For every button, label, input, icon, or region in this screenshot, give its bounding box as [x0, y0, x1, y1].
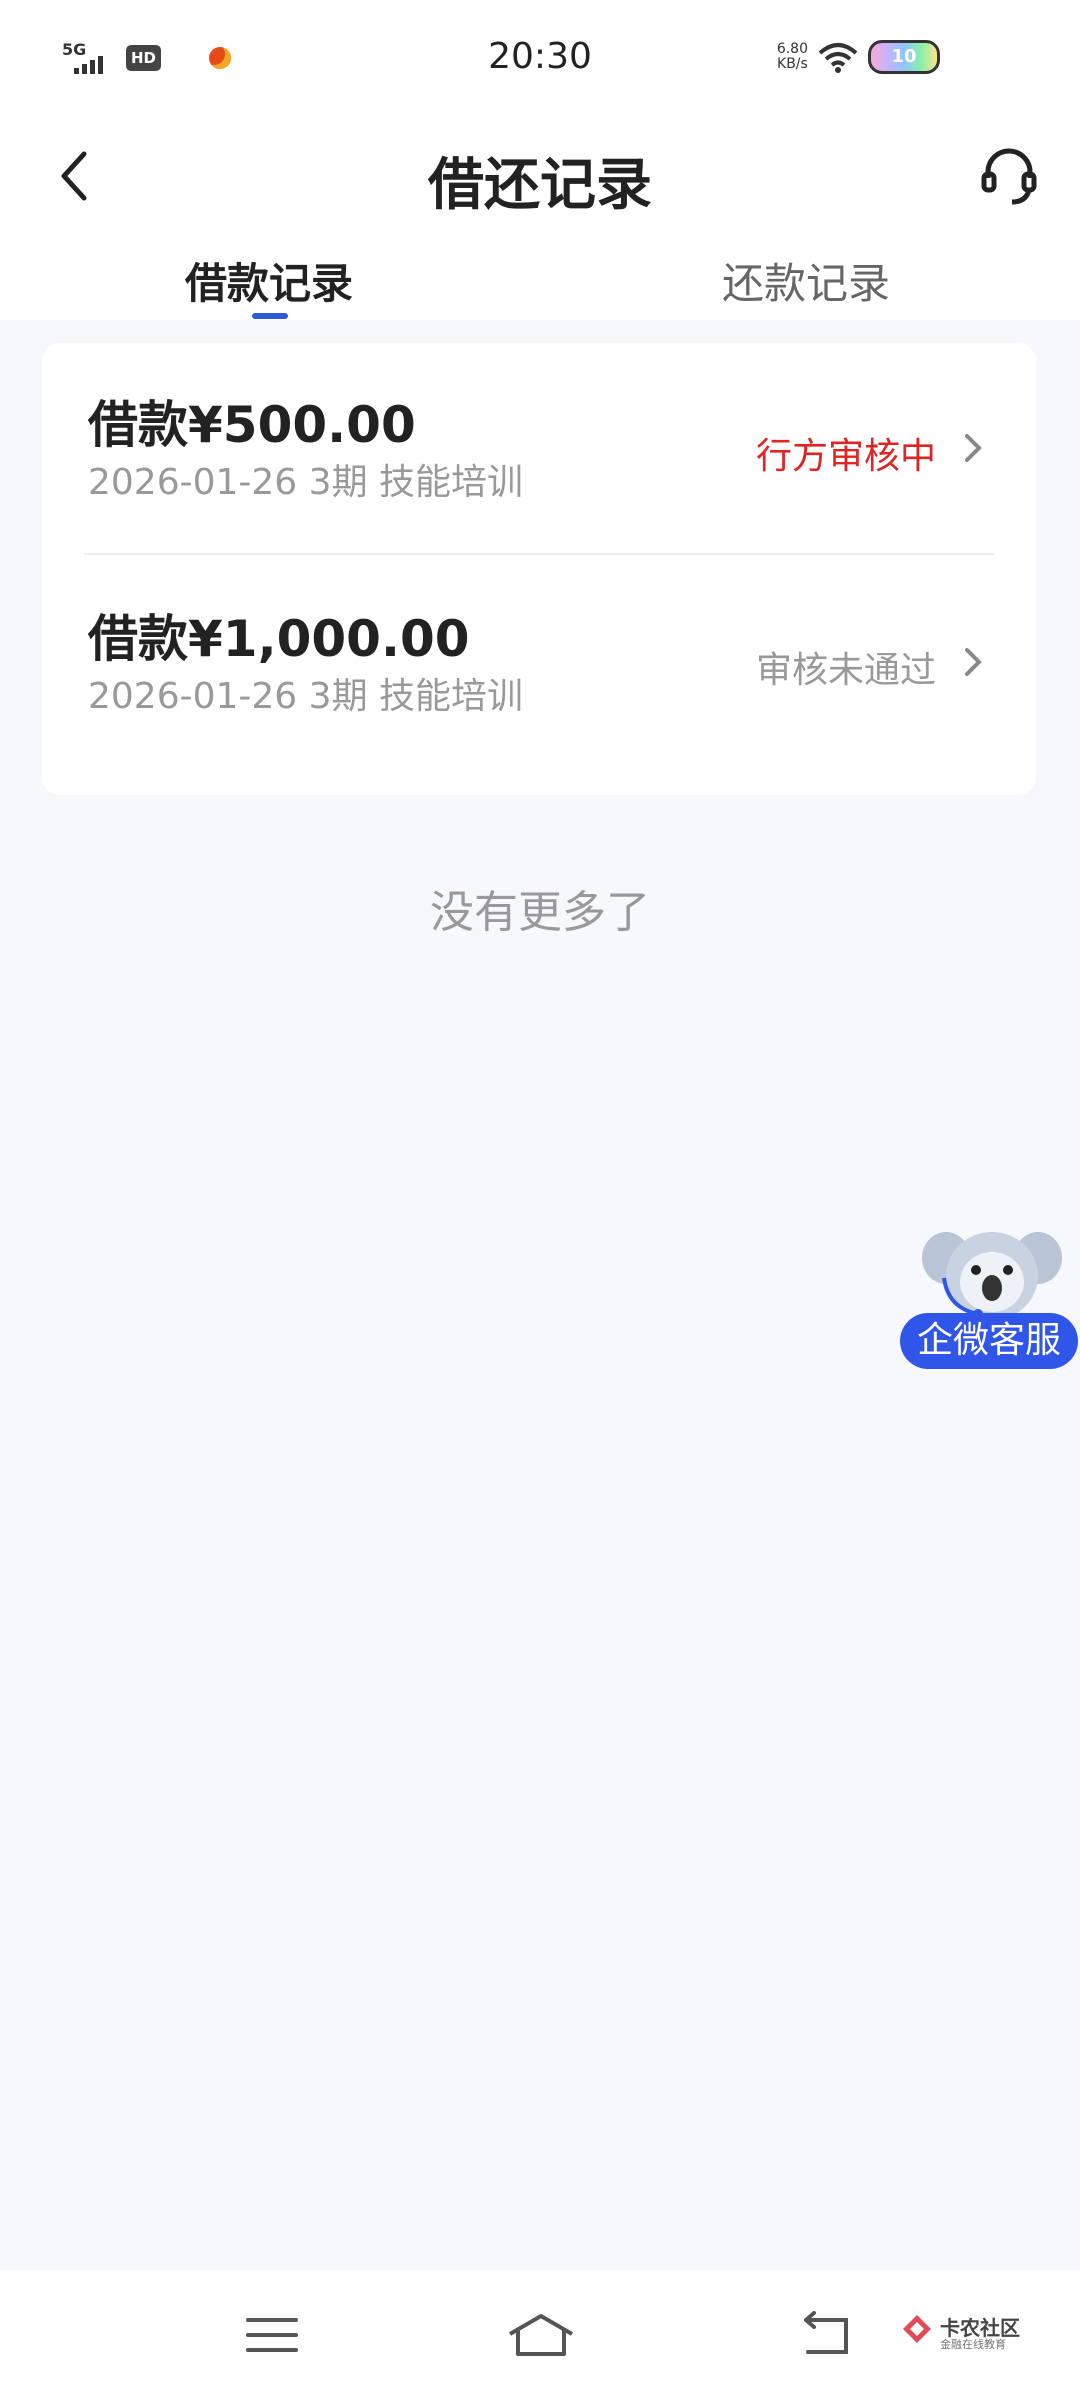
records-card: 借款¥500.00 2026-01-26 3期 技能培训 行方审核中 借款¥1,…: [42, 343, 1036, 795]
back-icon[interactable]: [796, 2310, 856, 2360]
loan-meta: 2026-01-26 3期 技能培训: [88, 676, 524, 717]
chevron-right-icon: [965, 648, 982, 676]
loan-amount: 借款¥1,000.00: [88, 610, 470, 668]
status-bar: 5G HD 20:30 6.80 KB/s 10: [0, 0, 1080, 120]
koala-mascot-icon: [922, 1232, 1062, 1320]
loan-status: 审核未通过: [755, 650, 936, 691]
no-more-text: 没有更多了: [430, 887, 650, 938]
loan-record-row[interactable]: 借款¥1,000.00 2026-01-26 3期 技能培训 审核未通过: [42, 569, 1036, 795]
loan-meta: 2026-01-26 3期 技能培训: [88, 462, 524, 503]
tab-repayment-records[interactable]: 还款记录: [722, 250, 890, 311]
wifi-icon: [818, 43, 858, 73]
watermark-icon: [903, 2315, 931, 2343]
battery-icon: 10: [868, 40, 940, 74]
record-tabs: 借款记录 还款记录: [0, 250, 1080, 320]
home-icon[interactable]: [506, 2310, 576, 2360]
network-speed: 6.80 KB/s: [777, 42, 808, 72]
floating-service-button[interactable]: 企微客服: [898, 1218, 1080, 1373]
active-tab-indicator: [252, 313, 288, 319]
headset-icon[interactable]: [978, 144, 1040, 206]
menu-icon[interactable]: [242, 2310, 302, 2360]
loan-record-row[interactable]: 借款¥500.00 2026-01-26 3期 技能培训 行方审核中: [42, 343, 1036, 569]
loan-amount: 借款¥500.00: [88, 396, 416, 454]
service-label: 企微客服: [900, 1313, 1078, 1369]
tab-loan-records[interactable]: 借款记录: [185, 250, 353, 311]
row-divider: [84, 553, 994, 555]
watermark-logo: 卡农社区 金融在线教育: [900, 2312, 1030, 2354]
status-right: 6.80 KB/s 10: [777, 40, 940, 74]
speed-unit: KB/s: [777, 56, 808, 72]
watermark-subtitle: 金融在线教育: [940, 2338, 1006, 2351]
speed-value: 6.80: [776, 41, 808, 57]
chevron-right-icon: [965, 434, 982, 462]
loan-status: 行方审核中: [755, 436, 936, 477]
page-title: 借还记录: [428, 153, 652, 218]
